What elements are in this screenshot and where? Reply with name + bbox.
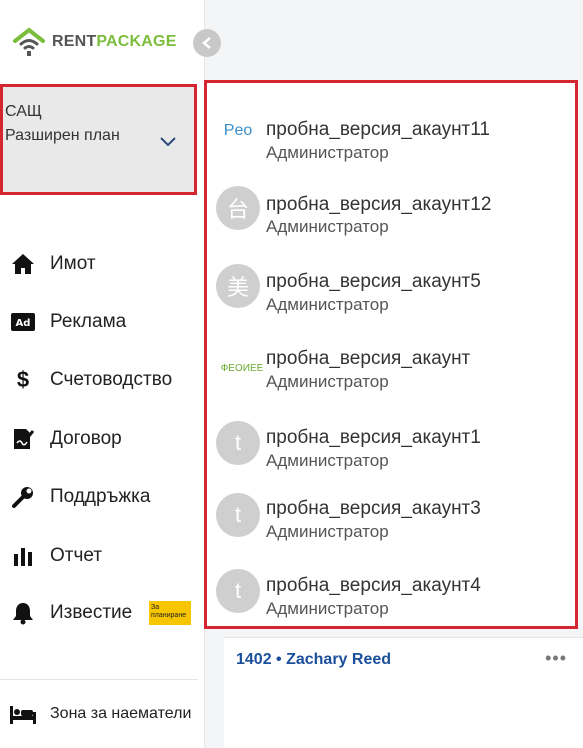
svg-text:Ad: Ad [16, 318, 31, 329]
account-option[interactable]: 台 пробна_версия_акаунт12 Администратор [207, 175, 575, 245]
account-region: САЩ [5, 103, 42, 120]
account-role: Администратор [266, 451, 389, 470]
wrench-icon [10, 484, 36, 510]
sidebar-item-notification[interactable]: Известие За планиране [0, 593, 205, 633]
account-option[interactable]: t пробна_версия_акаунт1 Администратор [207, 407, 575, 477]
brand-name: RENTPACKAGE [52, 33, 177, 50]
sidebar-item-label: Отчет [50, 545, 103, 566]
account-name: пробна_версия_акаунт3 [266, 498, 481, 519]
account-role: Администратор [266, 217, 389, 236]
bell-icon [10, 600, 36, 626]
account-avatar: ФЕОИЕЕ [220, 362, 264, 374]
sidebar-item-label: Зона за наематели [50, 705, 192, 722]
sidebar-item-property[interactable]: Имот [0, 244, 205, 284]
more-options-button[interactable]: ••• [545, 648, 567, 669]
unit-card[interactable]: 1402 • Zachary Reed ••• [224, 637, 583, 748]
chevron-left-icon [202, 37, 211, 49]
logo-mark-icon [13, 27, 45, 56]
sidebar-item-label: Известие [50, 602, 133, 623]
sidebar-item-accounting[interactable]: $ Счетоводство [0, 360, 205, 400]
account-avatar: t [216, 421, 260, 465]
dollar-icon: $ [16, 367, 30, 392]
account-option[interactable]: ФЕОИЕЕ пробна_версия_акаунт Администрато… [207, 328, 575, 398]
account-name: пробна_версия_акаунт4 [266, 575, 481, 596]
account-role: Администратор [266, 372, 389, 391]
ad-icon: Ad [10, 309, 36, 335]
account-role: Администратор [266, 599, 389, 618]
account-avatar: Peo [223, 122, 253, 139]
app-logo[interactable]: RENTPACKAGE [12, 24, 177, 60]
account-name: пробна_версия_акаунт11 [266, 119, 490, 140]
account-switcher[interactable]: САЩ Разширен план [0, 84, 197, 195]
sidebar-item-label: Договор [50, 428, 122, 449]
sidebar-item-tenant-zone[interactable]: Зона за наематели [0, 679, 198, 748]
account-option[interactable]: t пробна_версия_акаунт3 Администратор [207, 481, 575, 551]
account-option[interactable]: Peo пробна_версия_акаунт11 Администратор [207, 95, 575, 165]
sidebar-item-label: Поддръжка [50, 486, 151, 507]
chevron-down-icon [160, 137, 176, 147]
account-name: пробна_версия_акаунт [266, 348, 471, 369]
account-name: пробна_версия_акаунт5 [266, 271, 481, 292]
bed-icon [10, 702, 36, 728]
unit-card-title[interactable]: 1402 • Zachary Reed [236, 651, 391, 669]
account-avatar: t [216, 493, 260, 537]
sidebar-item-label: Реклама [50, 311, 127, 332]
account-role: Администратор [266, 143, 389, 162]
account-avatar: 美 [216, 264, 260, 308]
sidebar-item-support[interactable]: Поддръжка [0, 477, 205, 517]
collapse-sidebar-button[interactable] [193, 29, 221, 57]
sidebar-item-contract[interactable]: Договор [0, 419, 205, 459]
account-option[interactable]: t пробна_версия_акаунт4 Администратор [207, 556, 575, 626]
account-role: Администратор [266, 295, 389, 314]
sidebar: RENTPACKAGE САЩ Разширен план Имот Ad Ре… [0, 0, 205, 748]
account-avatar: 台 [216, 186, 260, 230]
sidebar-item-label: Имот [50, 253, 96, 274]
contract-icon [10, 426, 36, 452]
home-icon [10, 251, 36, 277]
account-dropdown: Peo пробна_версия_акаунт11 Администратор… [204, 80, 578, 629]
account-name: пробна_версия_акаунт12 [266, 194, 492, 215]
account-role: Администратор [266, 522, 389, 541]
account-avatar: t [216, 569, 260, 613]
account-name: пробна_версия_акаунт1 [266, 427, 481, 448]
scheduling-badge: За планиране [149, 601, 191, 625]
sidebar-item-label: Счетоводство [50, 369, 173, 390]
sidebar-item-advertising[interactable]: Ad Реклама [0, 302, 205, 342]
bar-chart-icon [10, 543, 36, 569]
sidebar-item-report[interactable]: Отчет [0, 536, 205, 576]
account-option[interactable]: 美 пробна_версия_акаунт5 Администратор [207, 251, 575, 321]
